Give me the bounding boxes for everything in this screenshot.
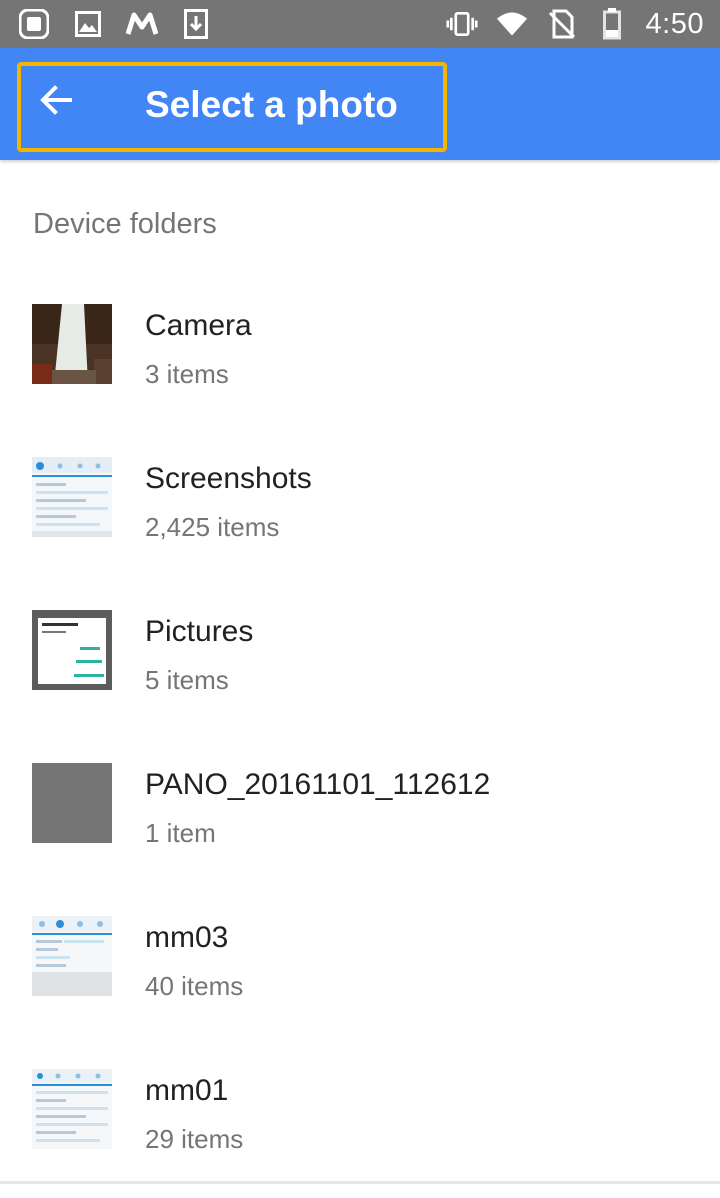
folder-name: mm01 [145, 1074, 229, 1107]
folder-count: 40 items [145, 971, 244, 1001]
status-bar-notifications [18, 8, 212, 40]
folder-list: Camera 3 items Screenshots 2,425 items P… [0, 280, 720, 1198]
m-logo-icon [126, 8, 158, 40]
battery-icon [596, 8, 628, 40]
arrow-back-icon [40, 85, 72, 115]
no-sim-icon [546, 8, 578, 40]
folder-count: 1 item [145, 818, 216, 848]
clock: 4:50 [645, 7, 704, 40]
folder-thumbnail [32, 763, 112, 843]
back-button[interactable] [34, 78, 78, 122]
folder-thumbnail [32, 304, 112, 384]
folder-count: 5 items [145, 665, 229, 695]
wifi-icon [496, 8, 528, 40]
app-icon [18, 8, 50, 40]
folder-name: Pictures [145, 615, 254, 648]
folder-thumbnail [32, 457, 112, 537]
app-bar: Select a photo [0, 48, 720, 160]
folder-count: 2,425 items [145, 512, 280, 542]
folder-thumbnail [32, 1069, 112, 1149]
folder-thumbnail [32, 916, 112, 996]
folder-item-mm01[interactable]: mm01 29 items [0, 1045, 720, 1198]
image-icon [72, 8, 104, 40]
folder-item-pano[interactable]: PANO_20161101_112612 1 item [0, 739, 720, 892]
folder-name: mm03 [145, 921, 229, 954]
folder-item-mm03[interactable]: mm03 40 items [0, 892, 720, 1045]
vibrate-icon [445, 8, 478, 40]
status-bar: 4:50 [0, 0, 720, 48]
folder-item-pictures[interactable]: Pictures 5 items [0, 586, 720, 739]
folder-name: Screenshots [145, 462, 312, 495]
folder-item-screenshots[interactable]: Screenshots 2,425 items [0, 433, 720, 586]
folder-item-camera[interactable]: Camera 3 items [0, 280, 720, 433]
folder-name: PANO_20161101_112612 [145, 768, 491, 801]
folder-thumbnail [32, 610, 112, 690]
folder-count: 3 items [145, 359, 229, 389]
section-header: Device folders [33, 208, 217, 240]
page-title: Select a photo [145, 84, 398, 125]
folder-name: Camera [145, 309, 252, 342]
status-bar-system: 4:50 [445, 6, 704, 42]
folder-count: 29 items [145, 1124, 244, 1154]
download-icon [180, 8, 212, 40]
